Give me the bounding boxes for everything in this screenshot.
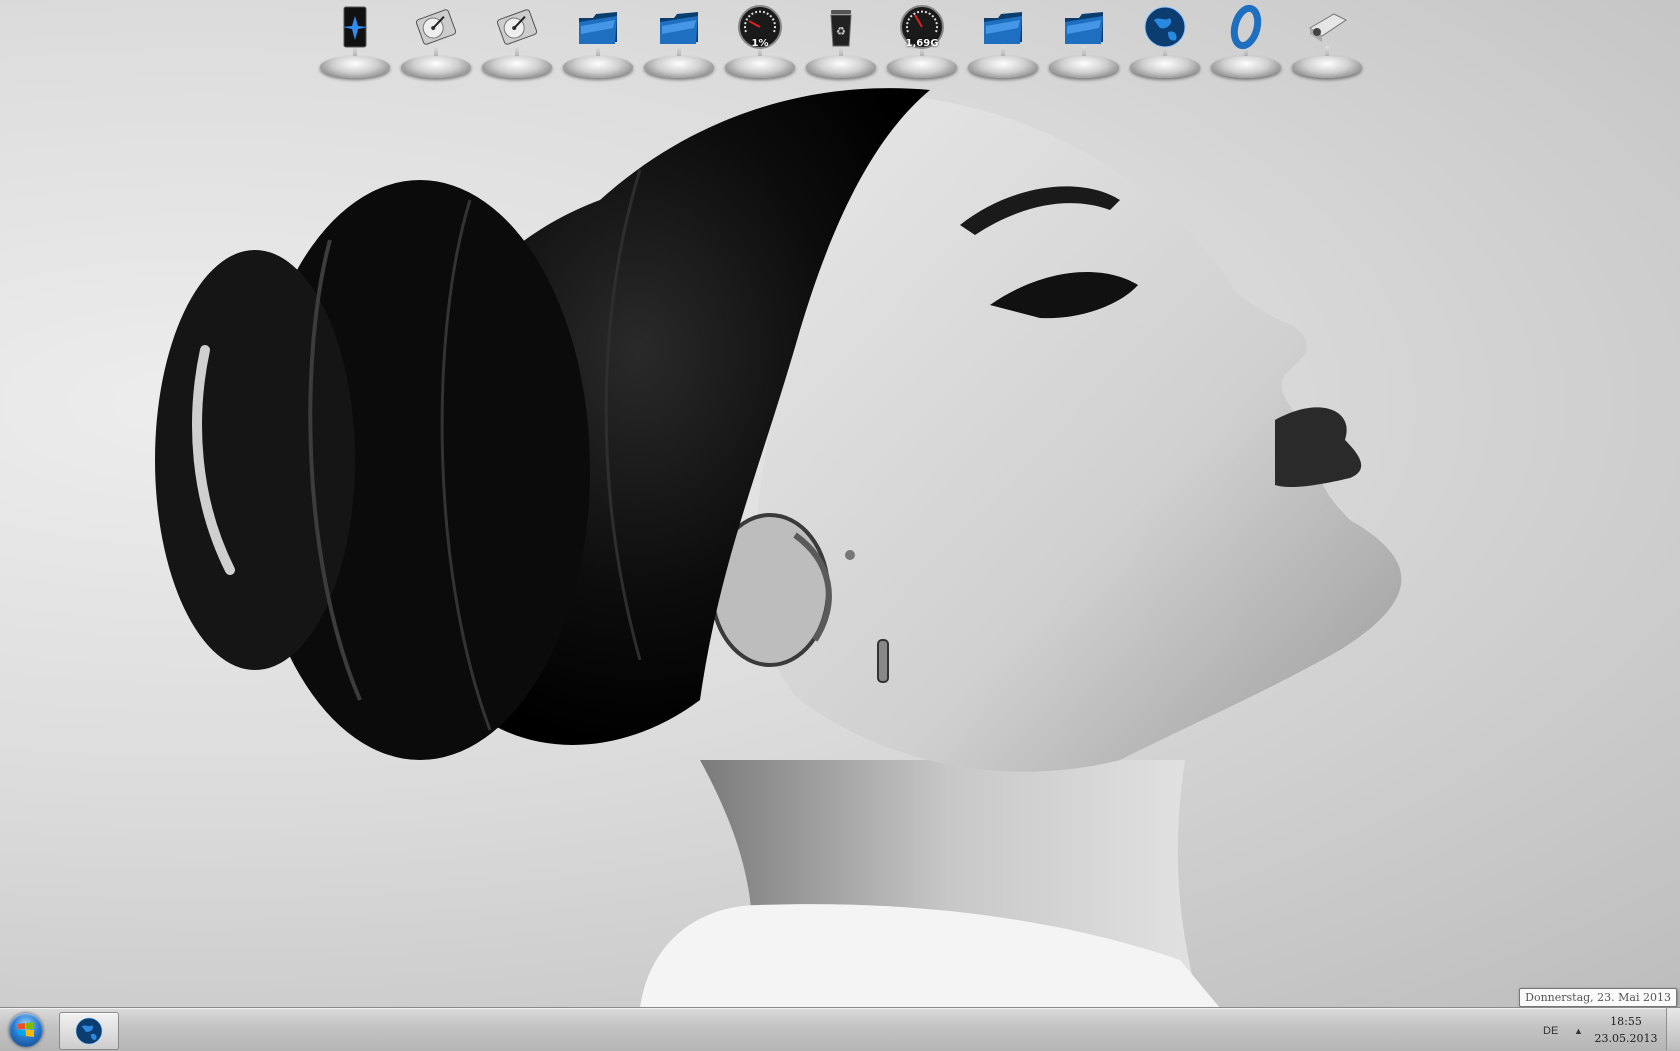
dock-item-opera[interactable] xyxy=(1209,2,1283,80)
dock-item-projector[interactable] xyxy=(1290,2,1364,80)
hard-drive-icon xyxy=(413,4,459,50)
folder-icon xyxy=(656,4,702,50)
trash-icon: ♻ xyxy=(818,4,864,50)
dock-item-cpu-gauge[interactable]: 1% xyxy=(723,2,797,80)
windows-logo-icon xyxy=(9,1013,43,1047)
dock-item-ram-gauge[interactable]: 1,69G xyxy=(885,2,959,80)
desktop-wallpaper xyxy=(0,0,1680,1008)
opera-icon xyxy=(1223,4,1269,50)
dock-item-folder-3[interactable] xyxy=(966,2,1040,80)
date-tooltip: Donnerstag, 23. Mai 2013 xyxy=(1519,988,1677,1007)
cpu-gauge-value: 1% xyxy=(751,38,769,49)
folder-icon xyxy=(980,4,1026,50)
taskbar xyxy=(0,1008,1680,1051)
clock-date: 23.05.2013 xyxy=(1594,1032,1658,1045)
system-clock[interactable]: 18:55 23.05.2013 xyxy=(1590,1013,1662,1047)
language-indicator[interactable]: DE xyxy=(1543,1025,1558,1037)
show-hidden-icons-button[interactable]: ▲ xyxy=(1574,1026,1583,1036)
dock-item-hard-drive-1[interactable] xyxy=(399,2,473,80)
show-desktop-button[interactable] xyxy=(1666,1008,1680,1050)
clock-time: 18:55 xyxy=(1610,1015,1642,1028)
globe-icon xyxy=(75,1017,103,1045)
svg-text:♻: ♻ xyxy=(836,25,846,38)
ram-gauge-value: 1,69G xyxy=(905,38,939,49)
computer-tower-icon xyxy=(332,4,378,50)
dock-item-hard-drive-2[interactable] xyxy=(480,2,554,80)
dock-item-globe[interactable] xyxy=(1128,2,1202,80)
globe-icon xyxy=(1142,4,1188,50)
folder-icon xyxy=(575,4,621,50)
hard-drive-icon xyxy=(494,4,540,50)
dock-item-recycle-bin[interactable]: ♻ xyxy=(804,2,878,80)
projector-icon xyxy=(1304,4,1350,50)
start-button[interactable] xyxy=(3,1011,49,1049)
dock-item-folder-1[interactable] xyxy=(561,2,635,80)
dock-item-folder-2[interactable] xyxy=(642,2,716,80)
folder-icon xyxy=(1061,4,1107,50)
wallpaper-portrait xyxy=(155,88,1402,1008)
dock-item-computer[interactable] xyxy=(318,2,392,80)
taskbar-app-globe[interactable] xyxy=(59,1012,119,1050)
dock-item-folder-4[interactable] xyxy=(1047,2,1121,80)
icon-dock: 1% ♻ 1,69G xyxy=(318,2,1364,80)
